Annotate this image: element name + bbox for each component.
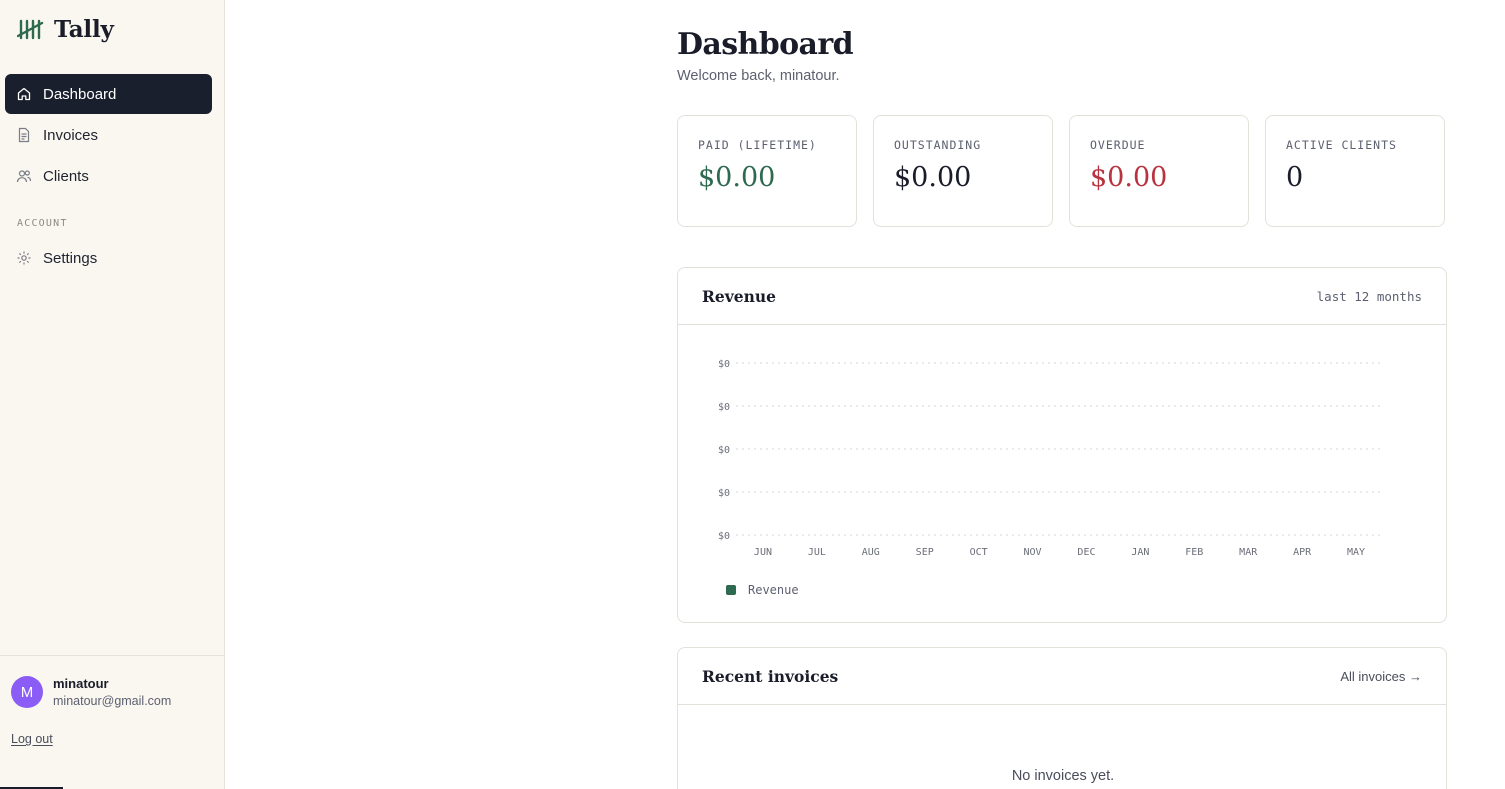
recent-invoices-card: Recent invoices All invoices → No invoic… — [677, 647, 1447, 789]
sidebar-nav: Dashboard Invoices Clients ACCOUNT Setti… — [5, 74, 212, 279]
x-tick-label: SEP — [916, 547, 934, 555]
x-tick-label: JAN — [1131, 547, 1149, 555]
stat-value: $0.00 — [698, 162, 776, 193]
x-tick-label: AUG — [862, 547, 880, 555]
x-tick-label: JUL — [808, 547, 826, 555]
y-tick-label: $0 — [718, 488, 730, 499]
users-icon — [16, 170, 32, 183]
sidebar-item-label: Settings — [43, 249, 98, 267]
tally-logo-icon — [17, 19, 44, 39]
y-tick-label: $0 — [718, 531, 730, 542]
revenue-chart: $0 $0 $0 $0 $0 JUN JUL AUG SEP OCT NOV DEC JAN FEB MAR… — [718, 359, 1383, 555]
card-header: Revenue last 12 months — [678, 268, 1446, 325]
stat-label: ACTIVE CLIENTS — [1286, 138, 1397, 152]
legend-swatch — [726, 585, 736, 595]
chart-legend: Revenue — [726, 583, 799, 597]
user-email: minatour@gmail.com — [53, 694, 172, 708]
x-tick-label: OCT — [970, 547, 988, 555]
card-title: Revenue — [702, 286, 777, 306]
stats-row: PAID (LIFETIME) $0.00 OUTSTANDING $0.00 … — [677, 115, 1445, 227]
stat-label: OUTSTANDING — [894, 138, 982, 152]
sidebar-item-label: Clients — [43, 167, 89, 185]
sidebar-item-invoices[interactable]: Invoices — [5, 115, 212, 155]
card-header: Recent invoices All invoices → — [678, 648, 1446, 705]
x-tick-label: NOV — [1024, 547, 1042, 555]
empty-state: No invoices yet. — [1011, 768, 1115, 784]
stat-label: OVERDUE — [1090, 138, 1146, 152]
x-tick-label: FEB — [1185, 547, 1203, 555]
stat-value: $0.00 — [894, 162, 972, 193]
x-tick-label: DEC — [1077, 547, 1095, 555]
stat-label: PAID (LIFETIME) — [698, 138, 817, 152]
document-icon — [18, 127, 30, 143]
revenue-card: Revenue last 12 months $0 $0 $0 $0 $0 JUN JUL A… — [677, 267, 1447, 623]
stat-card-overdue: OVERDUE $0.00 — [1069, 115, 1249, 227]
y-tick-label: $0 — [718, 359, 730, 370]
sidebar-item-settings[interactable]: Settings — [5, 238, 212, 278]
gear-icon — [17, 251, 31, 265]
home-icon — [17, 87, 31, 101]
user-name: minatour — [53, 676, 109, 691]
y-tick-label: $0 — [718, 402, 730, 413]
app-name: Tally — [54, 16, 114, 43]
legend-label: Revenue — [748, 583, 799, 597]
nav-section-account: ACCOUNT — [17, 218, 68, 229]
page-subtitle: Welcome back, minatour. — [677, 68, 840, 84]
sidebar-item-label: Dashboard — [43, 85, 117, 103]
sidebar: Tally Dashboard Invoices Clients ACCOUNT… — [0, 0, 225, 789]
x-tick-label: JUN — [754, 547, 772, 555]
stat-card-active-clients: ACTIVE CLIENTS 0 — [1265, 115, 1445, 227]
stat-card-paid: PAID (LIFETIME) $0.00 — [677, 115, 857, 227]
stat-value: 0 — [1286, 162, 1304, 193]
x-tick-label: APR — [1293, 547, 1312, 555]
page-title: Dashboard — [677, 27, 854, 62]
y-tick-label: $0 — [718, 445, 730, 456]
x-tick-label: MAR — [1239, 547, 1258, 555]
sidebar-item-dashboard[interactable]: Dashboard — [5, 74, 212, 114]
x-tick-label: MAY — [1347, 547, 1365, 555]
sidebar-item-label: Invoices — [43, 126, 99, 144]
revenue-range: last 12 months — [1316, 288, 1422, 304]
sidebar-item-clients[interactable]: Clients — [5, 156, 212, 196]
brand[interactable]: Tally — [17, 16, 114, 43]
avatar[interactable]: M — [11, 676, 43, 708]
stat-value: $0.00 — [1090, 162, 1168, 193]
stat-card-outstanding: OUTSTANDING $0.00 — [873, 115, 1053, 227]
logout-link[interactable]: Log out — [11, 732, 53, 746]
user-panel: M minatour minatour@gmail.com Log out — [0, 655, 224, 789]
all-invoices-link[interactable]: All invoices → — [1340, 669, 1422, 684]
card-title: Recent invoices — [702, 666, 839, 686]
